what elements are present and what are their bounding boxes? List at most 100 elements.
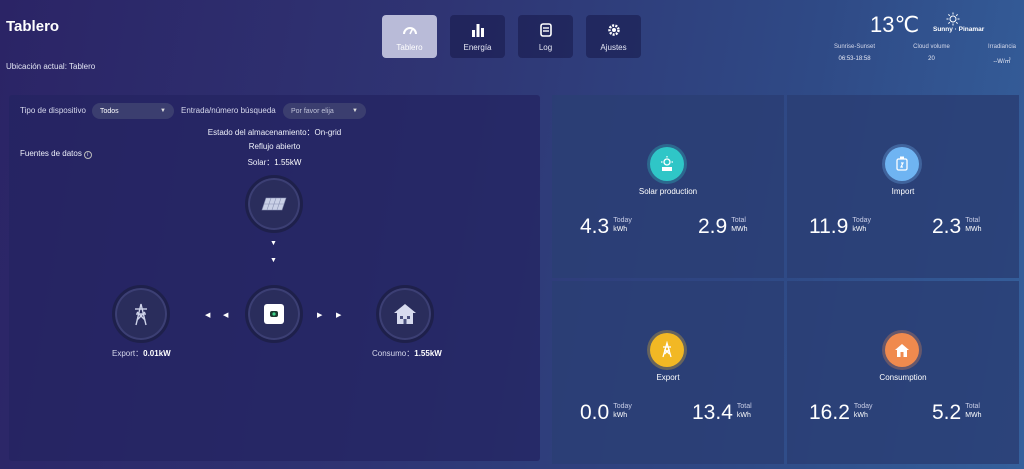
log-icon [539, 22, 552, 37]
consumption-label: Consumo：1.55kW [372, 348, 442, 359]
total-metric: 2.9 Total MWh [698, 215, 748, 239]
temperature: 13℃ [870, 12, 920, 37]
bar-chart-icon [471, 23, 484, 37]
today-value: 0.0 [580, 401, 610, 424]
arrow-down-icon: ▼ [270, 257, 277, 264]
stat-value: 20 [928, 56, 935, 62]
export-card[interactable]: Export 0.0 Today kWh 13.4 Total kWh [552, 281, 784, 464]
today-label: Today [853, 403, 873, 410]
total-value: 2.9 [698, 215, 728, 238]
solar-value: 1.55kW [274, 158, 302, 167]
tab-log[interactable]: Log [518, 15, 573, 58]
today-unit: kWh [853, 412, 868, 419]
sun-icon [946, 12, 960, 26]
tab-tablero[interactable]: Tablero [382, 15, 437, 58]
today-unit: kWh [613, 226, 628, 233]
stat-value: 06:53-18:58 [838, 56, 871, 62]
consumption-card[interactable]: Consumption 16.2 Today kWh 5.2 Total MWh [787, 281, 1019, 464]
import-card[interactable]: Import 11.9 Today kWh 2.3 Total MWh [787, 95, 1019, 278]
select-placeholder: Por favor elija [291, 107, 334, 115]
today-label: Today [613, 217, 632, 224]
arrow-left-icon: ◀ [205, 312, 211, 319]
total-unit: MWh [731, 226, 748, 233]
export-value: 0.01kW [143, 349, 171, 358]
stat-label: Sunrise-Sunset [834, 44, 876, 50]
weather-description: Sunny · Pinamar [933, 26, 985, 33]
stat-label: Cloud volume [913, 44, 950, 50]
home-icon [895, 344, 909, 357]
total-value: 5.2 [932, 401, 962, 424]
total-unit: kWh [736, 412, 751, 419]
tab-energia[interactable]: Energía [450, 15, 505, 58]
total-label: Total [731, 217, 746, 224]
card-title: Export [656, 373, 680, 382]
gear-icon [607, 23, 620, 36]
energy-flow-panel: Tipo de dispositivo Todos ▼ Entrada/núme… [9, 95, 540, 461]
device-type-select[interactable]: Todos ▼ [92, 103, 174, 119]
today-metric: 4.3 Today kWh [580, 215, 632, 239]
today-value: 16.2 [809, 401, 850, 424]
tab-label: Energía [463, 42, 492, 52]
home-node[interactable] [376, 285, 434, 343]
tab-ajustes[interactable]: Ajustes [586, 15, 641, 58]
chevron-down-icon: ▼ [352, 108, 358, 114]
tab-label: Tablero [396, 42, 423, 52]
grid-node[interactable] [112, 285, 170, 343]
arrow-down-icon: ▼ [270, 240, 277, 247]
stat-label: Irradiancia [987, 44, 1016, 50]
export-label-text: Export： [112, 349, 144, 358]
search-label: Entrada/número búsqueda [181, 106, 276, 115]
total-value: 13.4 [692, 401, 733, 424]
card-icon-wrap [650, 147, 684, 181]
consumption-label-text: Consumo： [372, 349, 415, 358]
import-tower-icon [896, 156, 908, 171]
select-value: Todos [100, 107, 119, 115]
today-value: 11.9 [809, 215, 849, 238]
gauge-icon [402, 26, 417, 34]
total-label: Total [965, 217, 980, 224]
today-metric: 16.2 Today kWh [809, 401, 873, 425]
home-icon [394, 304, 416, 324]
card-icon-wrap [885, 147, 919, 181]
main-nav: Tablero Energía Log Ajustes [382, 15, 641, 58]
tab-label: Log [538, 42, 553, 52]
solar-panel-icon [661, 156, 673, 171]
page-title: Tablero [6, 18, 60, 35]
today-value: 4.3 [580, 215, 610, 238]
card-title: Import [891, 187, 915, 196]
card-title: Solar production [638, 187, 698, 196]
total-unit: MWh [965, 412, 982, 419]
inverter-node[interactable] [245, 285, 303, 343]
card-icon-wrap [885, 333, 919, 367]
today-label: Today [852, 217, 872, 224]
grid-tower-icon [135, 303, 147, 326]
total-label: Total [736, 403, 752, 410]
today-unit: kWh [852, 226, 867, 233]
today-label: Today [613, 403, 632, 410]
storage-status: Estado del almacenamiento：On-grid [207, 128, 342, 137]
solar-panel-icon [261, 197, 287, 211]
cloud-volume-stat: Cloud volume 20 [913, 44, 950, 65]
tab-label: Ajustes [600, 42, 627, 52]
solar-production-card[interactable]: Solar production 4.3 Today kWh 2.9 Total M… [552, 95, 784, 278]
today-unit: kWh [613, 412, 628, 419]
arrow-left-icon: ◀ [223, 312, 229, 319]
arrow-right-icon: ▶ [336, 312, 342, 319]
card-title: Consumption [879, 373, 927, 382]
today-metric: 0.0 Today kWh [580, 401, 632, 425]
stat-value: --W/㎡ [993, 59, 1011, 65]
total-unit: MWh [965, 226, 982, 233]
sunrise-sunset-stat: Sunrise-Sunset 06:53-18:58 [834, 44, 875, 65]
stats-panel: Solar production 4.3 Today kWh 2.9 Total M… [552, 95, 1019, 464]
total-metric: 13.4 Total kWh [692, 401, 752, 425]
irradiance-stat: Irradiancia --W/㎡ [988, 44, 1016, 65]
location-breadcrumb: Ubicación actual: Tablero [6, 62, 96, 71]
search-select[interactable]: Por favor elija ▼ [283, 103, 366, 119]
chevron-down-icon: ▼ [160, 108, 166, 114]
arrow-right-icon: ▶ [317, 312, 323, 319]
solar-label: Solar：1.55kW [9, 157, 540, 168]
inverter-icon [264, 304, 284, 324]
solar-node[interactable] [245, 175, 303, 233]
solar-label-text: Solar： [247, 158, 275, 167]
card-icon-wrap [650, 333, 684, 367]
